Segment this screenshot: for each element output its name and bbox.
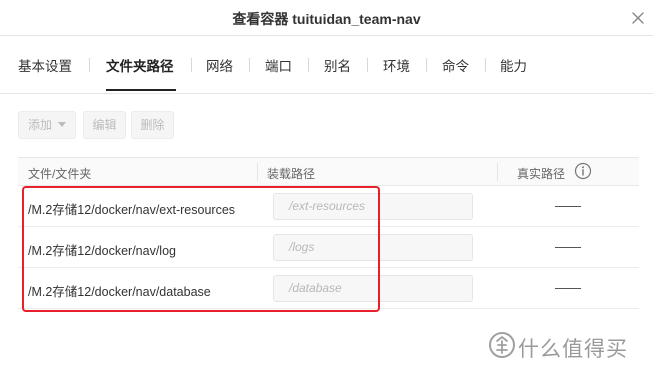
active-tab-indicator [106,89,176,91]
column-separator [257,163,258,181]
tab-separator [367,58,368,72]
file-folder-path: /M.2存储12/docker/nav/ext-resources [28,203,236,217]
real-path-empty [555,206,581,207]
mount-path-field[interactable]: /database [273,275,473,302]
tab-separator [485,58,486,72]
header-real-path: 真实路径 [517,167,566,181]
tab-environment[interactable]: 环境 [383,55,410,75]
tab-folder-paths[interactable]: 文件夹路径 [106,55,174,75]
folder-path-table: 文件/文件夹 装载路径 真实路径 /M.2存储12/docker/nav/ext… [18,157,639,310]
tab-command[interactable]: 命令 [442,55,469,75]
table-row[interactable]: /M.2存储12/docker/nav/ext-resources /ext-r… [18,186,639,227]
file-folder-path: /M.2存储12/docker/nav/log [28,244,176,258]
tab-separator [191,58,192,72]
caret-down-icon [58,122,66,128]
tab-separator [426,58,427,72]
delete-button[interactable]: 删除 [131,111,174,139]
mount-path-field[interactable]: /ext-resources [273,193,473,220]
close-icon[interactable] [632,12,644,24]
tab-ports[interactable]: 端口 [265,55,292,75]
table-header: 文件/文件夹 装载路径 真实路径 [18,158,639,186]
column-separator [497,163,498,181]
tab-separator [89,58,90,72]
edit-button[interactable]: 编辑 [83,111,126,139]
header-mount-path: 装载路径 [267,167,316,181]
dialog-title-bar: 查看容器 tuituidan_team-nav [0,0,653,36]
watermark-text: 什么值得买 [518,338,628,361]
table-row[interactable]: /M.2存储12/docker/nav/log /logs [18,227,639,268]
tab-basic-settings[interactable]: 基本设置 [18,55,72,75]
tab-bar: 基本设置 文件夹路径 网络 端口 别名 环境 命令 能力 [0,36,653,94]
real-path-empty [555,288,581,289]
tab-capabilities[interactable]: 能力 [500,55,527,75]
header-file-folder: 文件/文件夹 [28,167,92,181]
add-button-label: 添加 [27,118,52,132]
tab-separator [308,58,309,72]
tab-network[interactable]: 网络 [206,55,233,75]
watermark-logo [488,331,516,359]
dialog-title: 查看容器 tuituidan_team-nav [232,11,421,27]
add-button[interactable]: 添加 [18,111,76,139]
real-path-empty [555,247,581,248]
tab-aliases[interactable]: 别名 [324,55,351,75]
tab-separator [249,58,250,72]
table-row[interactable]: /M.2存储12/docker/nav/database /database [18,268,639,309]
view-container-dialog: 查看容器 tuituidan_team-nav 基本设置 文件夹路径 网络 端口… [0,0,653,372]
mount-path-field[interactable]: /logs [273,234,473,261]
info-icon[interactable] [574,162,592,180]
file-folder-path: /M.2存储12/docker/nav/database [28,285,211,299]
